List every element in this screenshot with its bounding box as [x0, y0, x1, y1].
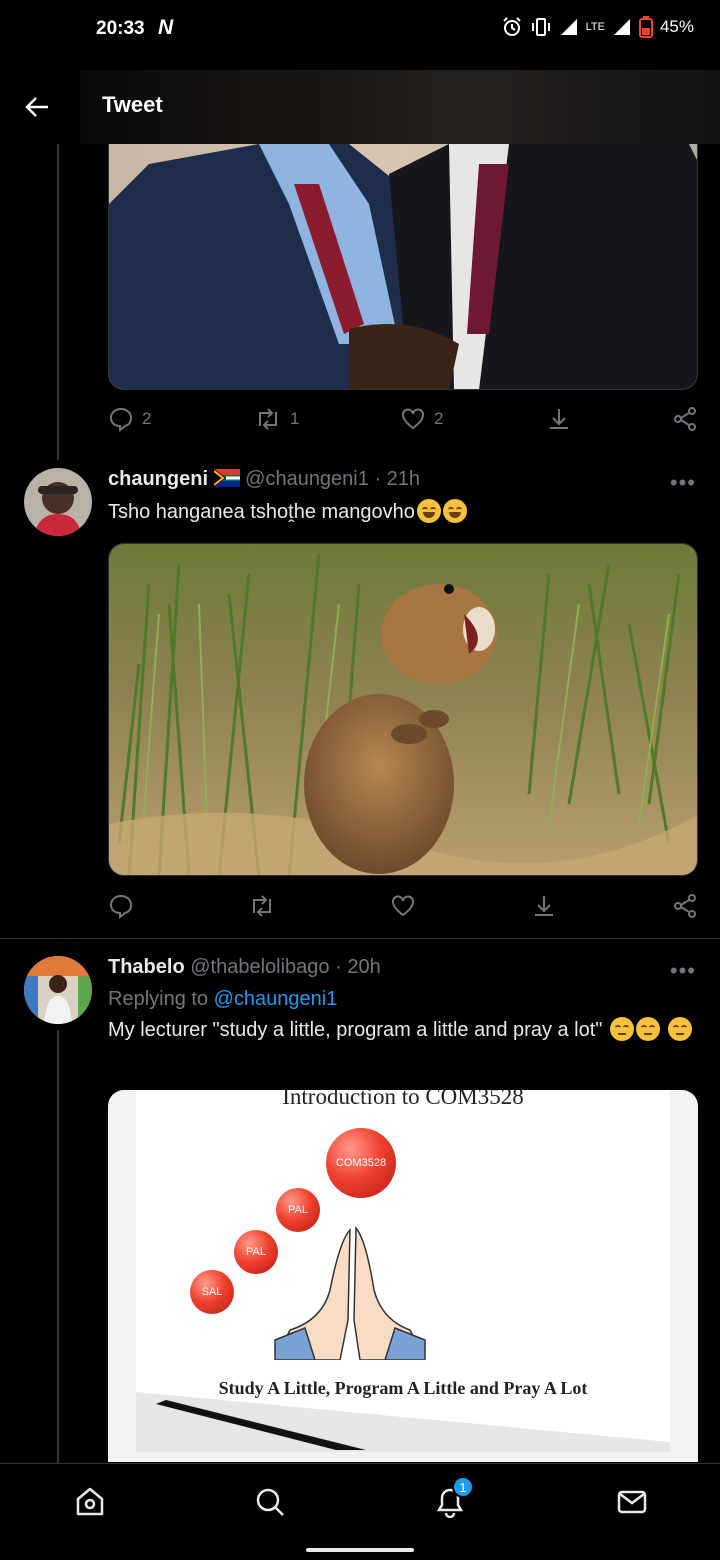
- like-button[interactable]: [390, 893, 416, 919]
- retweet-count: 1: [290, 409, 300, 428]
- avatar[interactable]: [24, 468, 92, 536]
- thread-line: [57, 1030, 59, 1463]
- bottom-navigation: 1: [0, 1463, 720, 1560]
- messages-icon: [617, 1490, 647, 1514]
- ground-squirrel-photo: [109, 544, 697, 875]
- praying-hands-icon: [274, 1225, 426, 1360]
- bubble-com3528: COM3528: [326, 1128, 396, 1198]
- replying-handle-link[interactable]: @chaungeni1: [214, 988, 338, 1010]
- status-time: 20:33: [96, 18, 145, 39]
- search-icon: [256, 1488, 284, 1516]
- reply-icon: [109, 894, 133, 919]
- page-title: Tweet: [102, 92, 163, 117]
- header-background: [80, 70, 720, 144]
- more-options-button[interactable]: •••: [670, 470, 696, 496]
- download-icon: [550, 409, 568, 429]
- pensive-emoji-icon: [635, 1017, 660, 1041]
- nav-search[interactable]: [250, 1482, 290, 1522]
- tweet-image[interactable]: Introduction to COM3528 COM3528 PAL PAL …: [108, 1090, 698, 1462]
- home-icon: [76, 1487, 104, 1516]
- notification-badge: 1: [452, 1476, 474, 1498]
- nav-notifications[interactable]: 1: [430, 1476, 474, 1522]
- handle[interactable]: @thabelolibago: [190, 956, 329, 978]
- thread-line: [57, 144, 59, 460]
- signal-icon: [613, 19, 630, 35]
- handle[interactable]: @chaungeni1: [245, 468, 369, 490]
- timestamp[interactable]: 20h: [347, 956, 380, 978]
- slide-decoration: [136, 1392, 670, 1452]
- avatar[interactable]: [24, 956, 92, 1024]
- laughing-emoji-icon: [442, 499, 467, 523]
- divider: [0, 938, 720, 939]
- timestamp[interactable]: 21h: [387, 468, 420, 490]
- pensive-emoji-icon: [667, 1017, 692, 1041]
- men-in-suits-photo: [109, 144, 697, 389]
- like-icon: [402, 408, 424, 430]
- replying-to: Replying to @chaungeni1: [108, 988, 337, 1011]
- tweet-body: Tsho hanganea tshoṱhe mangovho: [108, 501, 415, 523]
- like-button[interactable]: 2: [400, 406, 443, 432]
- flag-icon: [212, 469, 240, 487]
- vibrate-icon: [531, 18, 550, 36]
- separator: ·: [374, 468, 382, 490]
- pensive-emoji-icon: [609, 1017, 634, 1041]
- back-button[interactable]: [20, 90, 54, 124]
- retweet-button[interactable]: 1: [254, 406, 299, 432]
- status-icons: LTE 45%: [501, 16, 694, 38]
- download-icon: [535, 896, 553, 916]
- alarm-icon: [502, 17, 521, 36]
- like-count: 2: [434, 409, 444, 428]
- tweet-header: Tweet: [0, 70, 720, 144]
- brand-glyph: N: [158, 16, 174, 39]
- replying-prefix: Replying to: [108, 988, 209, 1010]
- download-button[interactable]: [531, 893, 557, 919]
- retweet-icon: [259, 408, 277, 430]
- share-icon: [674, 407, 696, 431]
- reply-button[interactable]: [108, 893, 134, 919]
- tweet-header-line: chaungeni @chaungeni1 · 21h: [108, 468, 420, 491]
- separator: ·: [335, 956, 342, 978]
- slide-title: Introduction to COM3528: [282, 1090, 524, 1109]
- tweet-text: My lecturer "study a little, program a l…: [108, 1016, 698, 1044]
- bubble-sal: SAL: [190, 1270, 234, 1314]
- retweet-button[interactable]: [248, 893, 276, 919]
- tweet-image[interactable]: [108, 543, 698, 876]
- nav-home[interactable]: [70, 1482, 110, 1522]
- lecture-slide: Introduction to COM3528 COM3528 PAL PAL …: [136, 1090, 670, 1452]
- reply-icon: [109, 407, 133, 432]
- tweet-image[interactable]: [108, 144, 698, 390]
- retweet-icon: [253, 895, 271, 917]
- display-name[interactable]: Thabelo: [108, 956, 185, 978]
- network-label: LTE: [585, 20, 605, 33]
- battery-level: 45%: [659, 17, 694, 36]
- tweet-header-line: Thabelo @thabelolibago · 20h: [108, 956, 381, 979]
- battery-icon: [638, 16, 653, 38]
- status-bar: 20:33 N LTE 45%: [0, 0, 720, 62]
- reply-button[interactable]: 2: [108, 406, 151, 432]
- more-options-button[interactable]: •••: [670, 958, 696, 984]
- laughing-emoji-icon: [416, 499, 441, 523]
- tweet-body: My lecturer "study a little, program a l…: [108, 1019, 603, 1041]
- share-button[interactable]: [672, 893, 698, 919]
- like-icon: [392, 895, 414, 917]
- tweet-actions: 2 1 2: [108, 406, 698, 436]
- home-indicator[interactable]: [306, 1548, 414, 1552]
- share-button[interactable]: [672, 406, 698, 432]
- reply-count: 2: [142, 409, 152, 428]
- tweet-text: Tsho hanganea tshoṱhe mangovho: [108, 498, 467, 526]
- back-arrow-icon: [25, 97, 48, 117]
- nav-messages[interactable]: [612, 1482, 652, 1522]
- signal-icon: [560, 19, 577, 35]
- share-icon: [674, 894, 696, 918]
- display-name[interactable]: chaungeni: [108, 468, 208, 490]
- tweet-actions: [108, 893, 698, 923]
- download-button[interactable]: [546, 406, 572, 432]
